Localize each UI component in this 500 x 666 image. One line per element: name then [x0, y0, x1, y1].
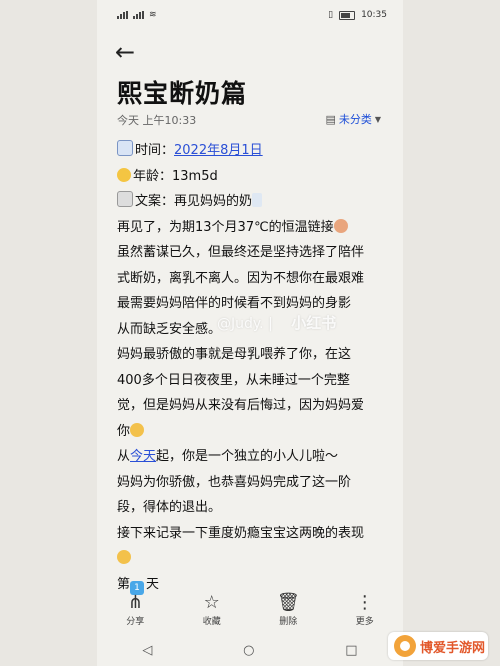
- status-right: ▯ 10:35: [328, 10, 387, 20]
- status-left: ≋: [117, 10, 157, 20]
- trash-icon: 🗑: [276, 592, 300, 613]
- date-link[interactable]: 2022年8月1日: [174, 143, 263, 158]
- back-arrow-icon[interactable]: ←: [115, 40, 139, 64]
- brand-logo-icon: [394, 635, 416, 657]
- p3-rest: 起，你是一个独立的小人儿啦～: [156, 449, 339, 464]
- p4-line-1: 段，得体的退出。: [117, 500, 222, 515]
- xiaohongshu-watermark: @Judy. | 小红书: [217, 312, 336, 333]
- age-line: 年龄：13m5d: [117, 164, 389, 190]
- time-label: 时间：: [135, 143, 175, 158]
- wifi-icon: ≋: [149, 10, 157, 20]
- baby-bottle-icon: [252, 193, 263, 207]
- favorite-label: 收藏: [202, 617, 221, 627]
- document-icon: [117, 191, 133, 207]
- calendar-icon: [117, 140, 133, 156]
- bottom-toolbar: ⋔ 分享 ☆ 收藏 🗑 删除 ⋮ 更多: [97, 592, 403, 632]
- copy-label: 文案：: [135, 194, 175, 209]
- day-suffix: 天: [146, 576, 160, 592]
- phone-screen: ≋ ▯ 10:35 ← 熙宝断奶篇 今天 上午10:33 ▤ 未分类 ▼ 时间：…: [97, 0, 403, 666]
- star-icon: ☆: [203, 592, 220, 613]
- system-navbar: ◁ ○ □: [97, 638, 403, 662]
- p2-text-3: 你: [117, 423, 131, 439]
- site-brand-badge: 博爱手游网: [388, 632, 488, 660]
- copy-value: 再见妈妈的奶: [174, 194, 253, 209]
- baby-chick-icon: [117, 167, 131, 182]
- p5-emoji-line: [117, 546, 389, 572]
- day-prefix: 第: [117, 576, 131, 592]
- nav-recents-icon[interactable]: □: [345, 643, 357, 658]
- note-body[interactable]: 时间：2022年8月1日 年龄：13m5d 文案：再见妈妈的奶 再见了，为期13…: [117, 138, 389, 597]
- more-icon: ⋮: [355, 592, 374, 613]
- more-button[interactable]: ⋮ 更多: [335, 592, 395, 632]
- p1-text-0: 再见了，为期13个月37℃的恒温链接: [117, 219, 334, 235]
- p1-line-1: 虽然蓄谋已久，但最终还是坚持选择了陪伴: [117, 245, 365, 260]
- today-link[interactable]: 今天: [130, 449, 156, 464]
- p3-prefix: 从: [117, 449, 131, 464]
- delete-label: 删除: [279, 617, 298, 627]
- p2-line-2: 觉，但是妈妈从来没有后悔过，因为妈妈爱: [117, 398, 365, 413]
- tired-face-icon: [117, 550, 131, 564]
- p2-line-3: 你: [117, 419, 389, 445]
- category-selector[interactable]: ▤ 未分类 ▼: [325, 111, 381, 127]
- status-bar: ≋ ▯ 10:35: [97, 6, 403, 26]
- signal-icon: [117, 11, 128, 19]
- watermark-separator: |: [268, 316, 273, 332]
- p1-line-2: 式断奶，离乳不离人。因为不想你在最艰难: [117, 270, 365, 286]
- signal-icon-2: [133, 11, 144, 19]
- time-line: 时间：2022年8月1日: [117, 138, 389, 164]
- status-time: 10:35: [361, 10, 387, 20]
- vibrate-icon: ▯: [328, 10, 334, 20]
- battery-icon: [339, 10, 356, 20]
- note-title: 熙宝断奶篇: [117, 79, 248, 108]
- brand-text: 博爱手游网: [420, 640, 486, 656]
- p5-line: 接下来记录一下重度奶瘾宝宝这两晚的表现: [117, 525, 365, 541]
- p1-line-0: 再见了，为期13个月37℃的恒温链接: [117, 215, 389, 241]
- category-label: 未分类: [338, 113, 372, 126]
- caret-down-icon: ▼: [374, 114, 381, 124]
- more-label: 更多: [355, 617, 374, 627]
- favorite-button[interactable]: ☆ 收藏: [182, 592, 242, 632]
- age-label: 年龄：: [133, 168, 173, 184]
- note-meta: 今天 上午10:33: [117, 114, 197, 127]
- p3-line: 从今天起，你是一个独立的小人儿啦～: [117, 444, 389, 470]
- breastfeeding-icon: [333, 218, 348, 233]
- p2-line-0: 妈妈最骄傲的事就是母乳喂养了你，在这: [117, 347, 352, 362]
- share-label: 分享: [126, 617, 145, 627]
- p4-line-0: 妈妈为你骄傲，也恭喜妈妈完成了这一阶: [117, 474, 352, 490]
- share-button[interactable]: ⋔ 分享: [105, 592, 165, 632]
- delete-button[interactable]: 🗑 删除: [258, 592, 318, 632]
- copy-line: 文案：再见妈妈的奶: [117, 189, 389, 215]
- kiss-face-icon: [130, 422, 145, 437]
- p2-line-1: 400多个日日夜夜里，从未睡过一个完整: [117, 372, 350, 388]
- nav-back-icon[interactable]: ◁: [142, 643, 152, 658]
- nav-home-icon[interactable]: ○: [243, 643, 254, 658]
- age-value: 13m5d: [172, 168, 218, 184]
- watermark-brand: 小红书: [291, 314, 337, 332]
- notebook-icon: ▤: [325, 112, 336, 126]
- watermark-handle: @Judy.: [217, 316, 264, 332]
- share-icon: ⋔: [127, 592, 143, 613]
